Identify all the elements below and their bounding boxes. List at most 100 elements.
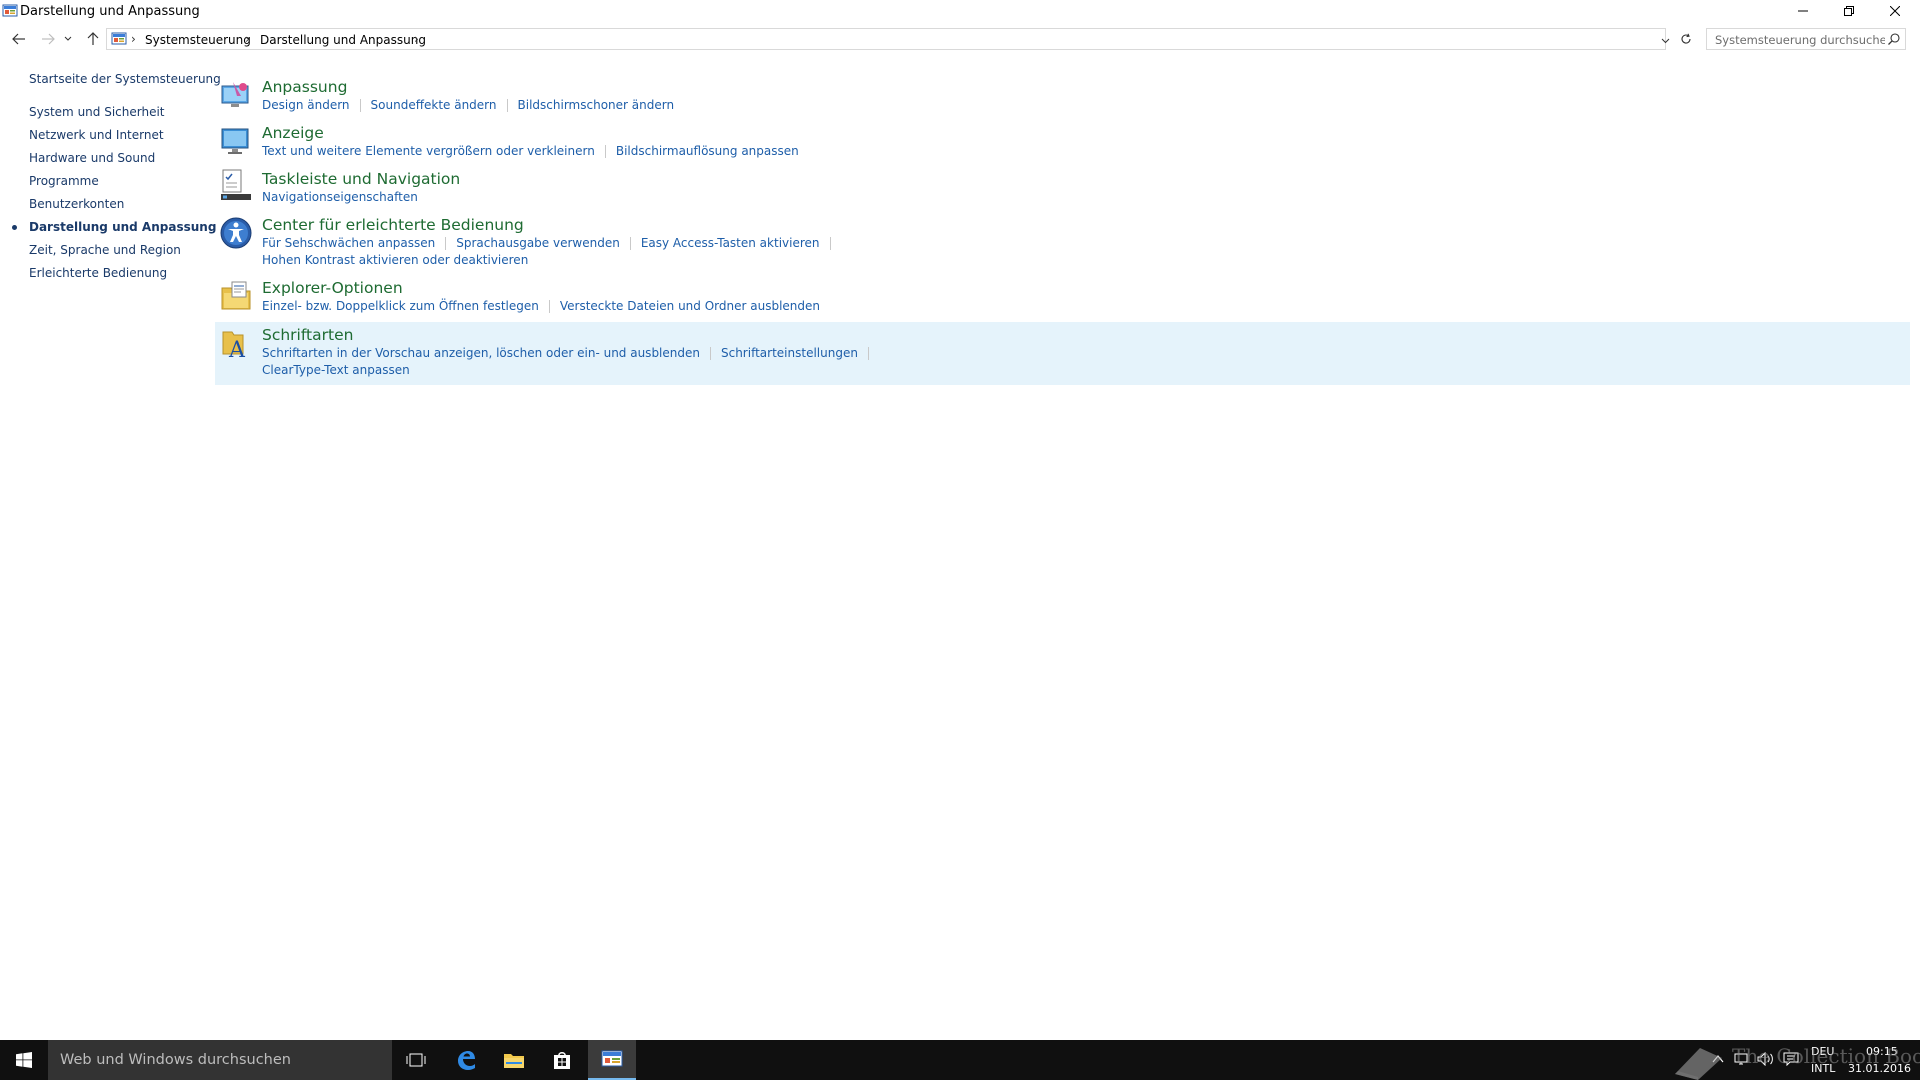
address-bar[interactable]: › Systemsteuerung › Darstellung und Anpa…	[106, 28, 1669, 50]
display-icon	[221, 128, 249, 154]
active-indicator	[12, 225, 17, 230]
link-navigationseigenschaften[interactable]: Navigationseigenschaften	[262, 190, 418, 204]
link-text-vergroessern[interactable]: Text und weitere Elemente vergrößern ode…	[262, 144, 595, 158]
sidebar-item-programme[interactable]: Programme	[29, 174, 99, 188]
link-versteckte-dateien[interactable]: Versteckte Dateien und Ordner ausblenden	[560, 299, 820, 313]
file-explorer-button[interactable]	[490, 1040, 538, 1080]
sidebar-item-benutzerkonten[interactable]: Benutzerkonten	[29, 197, 124, 211]
sidebar-item-darstellung-anpassung[interactable]: Darstellung und Anpassung	[29, 220, 216, 234]
watermark-text: The Collection Book	[1732, 1044, 1920, 1068]
category-taskleiste: Taskleiste und Navigation Navigationseig…	[215, 166, 1910, 212]
taskbar-icon	[221, 169, 251, 200]
link-divider	[548, 299, 550, 313]
link-divider	[604, 144, 606, 158]
chevron-down-icon	[1661, 38, 1669, 44]
link-bildschirmaufloesung[interactable]: Bildschirmauflösung anpassen	[616, 144, 799, 158]
control-panel-taskbar-button[interactable]	[588, 1040, 636, 1080]
sidebar-item-zeit-sprache-region[interactable]: Zeit, Sprache und Region	[29, 243, 181, 257]
link-divider	[629, 236, 631, 250]
back-button[interactable]	[9, 30, 29, 48]
link-soundeffekte-aendern[interactable]: Soundeffekte ändern	[371, 98, 497, 112]
store-button[interactable]	[538, 1040, 586, 1080]
store-bag-icon	[554, 1052, 570, 1069]
sidebar-item-hardware-sound[interactable]: Hardware und Sound	[29, 151, 155, 165]
sidebar-item-erleichterte-bedienung[interactable]: Erleichterte Bedienung	[29, 266, 167, 280]
link-bildschirmschoner-aendern[interactable]: Bildschirmschoner ändern	[518, 98, 675, 112]
book-logo-icon	[1675, 1048, 1722, 1080]
chevron-right-icon[interactable]: ›	[131, 32, 136, 46]
folder-icon	[504, 1054, 524, 1068]
category-schriftarten: A Schriftarten Schriftarten in der Vorsc…	[215, 322, 1910, 385]
sidebar-item-netzwerk-internet[interactable]: Netzwerk und Internet	[29, 128, 164, 142]
taskbar-search-text: Web und Windows durchsuchen	[60, 1052, 291, 1068]
link-hohen-kontrast[interactable]: Hohen Kontrast aktivieren oder deaktivie…	[262, 253, 528, 267]
chevron-right-icon[interactable]: ›	[414, 32, 419, 46]
up-button[interactable]	[83, 30, 103, 48]
taskbar: Web und Windows durchsuchen DEU INTL 09:…	[0, 1040, 1920, 1080]
task-view-button[interactable]	[392, 1040, 440, 1080]
edge-browser-button[interactable]	[442, 1040, 490, 1080]
link-design-aendern[interactable]: Design ändern	[262, 98, 350, 112]
ease-of-access-icon	[220, 217, 252, 249]
category-links-explorer-optionen: Einzel- bzw. Doppelklick zum Öffnen fest…	[262, 299, 820, 313]
category-links-anzeige: Text und weitere Elemente vergrößern ode…	[262, 144, 799, 158]
start-button[interactable]	[0, 1040, 48, 1080]
category-links-anpassung: Design ändern Soundeffekte ändern Bildsc…	[262, 98, 674, 112]
search-input[interactable]	[1713, 30, 1887, 50]
category-title-schriftarten[interactable]: Schriftarten	[262, 326, 353, 344]
minimize-icon	[1798, 10, 1808, 12]
personalization-icon	[221, 82, 249, 107]
arrow-left-icon	[12, 33, 25, 45]
address-dropdown-button[interactable]	[1655, 31, 1675, 51]
category-title-anzeige[interactable]: Anzeige	[262, 124, 324, 142]
link-divider	[709, 346, 711, 360]
category-explorer-optionen: Explorer-Optionen Einzel- bzw. Doppelkli…	[215, 275, 1910, 321]
arrow-right-icon	[42, 33, 55, 45]
close-button[interactable]	[1872, 0, 1918, 22]
link-divider	[867, 346, 869, 360]
close-icon	[1890, 6, 1900, 16]
category-title-taskleiste[interactable]: Taskleiste und Navigation	[262, 170, 460, 188]
link-schriftarten-vorschau[interactable]: Schriftarten in der Vorschau anzeigen, l…	[262, 346, 700, 360]
category-title-explorer-optionen[interactable]: Explorer-Optionen	[262, 279, 403, 297]
category-title-anpassung[interactable]: Anpassung	[262, 78, 347, 96]
title-bar: Darstellung und Anpassung	[0, 0, 1920, 24]
refresh-button[interactable]	[1676, 28, 1696, 50]
task-view-icon	[406, 1053, 426, 1067]
chevron-down-icon	[64, 36, 72, 41]
control-panel-icon	[2, 4, 18, 17]
forward-button[interactable]	[38, 30, 58, 48]
minimize-button[interactable]	[1780, 0, 1826, 22]
category-erleichterte-bedienung: Center für erleichterte Bedienung Für Se…	[215, 212, 1910, 274]
taskbar-search-box[interactable]: Web und Windows durchsuchen	[48, 1040, 392, 1080]
link-divider	[829, 236, 831, 250]
refresh-icon	[1681, 33, 1691, 44]
link-easy-access-tasten[interactable]: Easy Access-Tasten aktivieren	[641, 236, 820, 250]
category-links-erleichterte-bedienung-row2: Hohen Kontrast aktivieren oder deaktivie…	[262, 253, 528, 267]
folder-options-icon	[221, 281, 251, 310]
link-einzel-doppelklick[interactable]: Einzel- bzw. Doppelklick zum Öffnen fest…	[262, 299, 539, 313]
link-schriftarteinstellungen[interactable]: Schriftarteinstellungen	[721, 346, 858, 360]
window-title: Darstellung und Anpassung	[20, 4, 200, 19]
sidebar-home-link[interactable]: Startseite der Systemsteuerung	[29, 72, 221, 86]
windows-logo-icon	[16, 1052, 32, 1068]
category-links-schriftarten: Schriftarten in der Vorschau anzeigen, l…	[262, 346, 879, 360]
category-title-erleichterte-bedienung[interactable]: Center für erleichterte Bedienung	[262, 216, 524, 234]
svg-text:A: A	[228, 338, 246, 360]
restore-icon	[1844, 6, 1854, 16]
restore-button[interactable]	[1826, 0, 1872, 22]
sidebar-item-system-sicherheit[interactable]: System und Sicherheit	[29, 105, 165, 119]
link-sehschwaechen[interactable]: Für Sehschwächen anpassen	[262, 236, 435, 250]
link-cleartype[interactable]: ClearType-Text anpassen	[262, 363, 410, 377]
category-anpassung: Anpassung Design ändern Soundeffekte änd…	[215, 74, 1910, 120]
search-icon[interactable]	[1887, 32, 1901, 46]
search-box[interactable]	[1706, 28, 1906, 50]
breadcrumb-systemsteuerung[interactable]: Systemsteuerung	[145, 33, 251, 47]
link-sprachausgabe[interactable]: Sprachausgabe verwenden	[456, 236, 620, 250]
chevron-right-icon[interactable]: ›	[245, 32, 250, 46]
category-links-erleichterte-bedienung: Für Sehschwächen anpassen Sprachausgabe …	[262, 236, 841, 250]
breadcrumb-darstellung[interactable]: Darstellung und Anpassung	[260, 33, 426, 47]
category-links-taskleiste: Navigationseigenschaften	[262, 190, 418, 204]
recent-locations-button[interactable]	[62, 30, 74, 48]
fonts-icon: A	[222, 331, 246, 360]
